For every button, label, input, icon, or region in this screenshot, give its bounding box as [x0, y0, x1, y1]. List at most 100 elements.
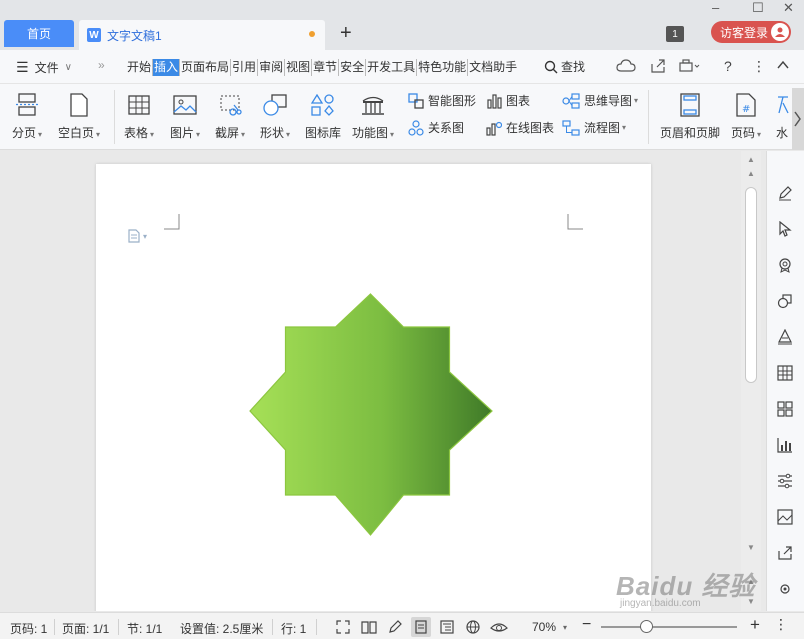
- menu-tab[interactable]: 开发工具: [365, 59, 416, 76]
- cloud-icon[interactable]: [616, 58, 638, 77]
- page-break-button[interactable]: 分页 ▾: [12, 92, 42, 141]
- right-tool-panel: [766, 151, 804, 611]
- function-chart-label: 功能图: [352, 126, 389, 140]
- menu-tab[interactable]: 章节: [311, 59, 338, 76]
- share-icon[interactable]: [650, 58, 666, 77]
- menu-tab[interactable]: 视图: [284, 59, 311, 76]
- grid-apps-icon[interactable]: [775, 399, 795, 419]
- menu-tab[interactable]: 页面布局: [179, 59, 230, 76]
- help-icon[interactable]: ?: [724, 58, 732, 74]
- minimize-button[interactable]: –: [712, 0, 719, 15]
- badge-icon[interactable]: [775, 255, 795, 275]
- zoom-out-button[interactable]: −: [582, 616, 591, 634]
- image-edit-icon[interactable]: [775, 507, 795, 527]
- read-mode-icon[interactable]: [359, 617, 379, 637]
- zoom-level[interactable]: 70%: [532, 620, 556, 634]
- bar-chart-icon[interactable]: [775, 435, 795, 455]
- table-label: 表格: [124, 126, 149, 140]
- chart-label: 图表: [506, 94, 531, 108]
- chevron-down-icon: ∨: [64, 62, 72, 73]
- table-icon[interactable]: [775, 363, 795, 383]
- more-tabs-button[interactable]: »: [98, 58, 105, 72]
- page-number-label: 页码: [731, 126, 756, 140]
- table-button[interactable]: 表格 ▾: [124, 92, 154, 141]
- status-pages[interactable]: 页面: 1/1: [62, 620, 109, 637]
- scroll-up-icon[interactable]: ▲: [747, 169, 755, 178]
- menu-tab[interactable]: 审阅: [257, 59, 284, 76]
- icon-library-button[interactable]: 图标库: [305, 92, 341, 141]
- document-page[interactable]: ▾: [96, 164, 651, 611]
- page-break-icon: [12, 92, 42, 118]
- margin-corner-icon: [567, 214, 583, 230]
- search-button[interactable]: 查找: [544, 58, 585, 75]
- function-chart-button[interactable]: 功能图 ▾: [352, 92, 394, 141]
- visitor-login-button[interactable]: 访客登录: [711, 21, 791, 43]
- settings-sliders-icon[interactable]: [775, 471, 795, 491]
- web-view-icon[interactable]: [463, 617, 483, 637]
- select-cursor-icon[interactable]: [775, 219, 795, 239]
- watermark-button[interactable]: 水: [774, 92, 790, 141]
- mind-map-button[interactable]: 思维导图 ▾: [562, 92, 638, 109]
- zoom-dropdown-icon[interactable]: ▾: [563, 623, 567, 632]
- chart-button[interactable]: 图表: [486, 92, 530, 109]
- page-view-icon[interactable]: [411, 617, 431, 637]
- edit-pen-icon[interactable]: [775, 183, 795, 203]
- print-icon[interactable]: [678, 58, 700, 77]
- menu-tab[interactable]: 安全: [338, 59, 365, 76]
- status-expand-icon[interactable]: ⋮: [774, 616, 788, 633]
- shapes-icon[interactable]: [775, 291, 795, 311]
- screenshot-label: 截屏: [215, 126, 240, 140]
- menu-tab[interactable]: 特色功能: [416, 59, 467, 76]
- function-chart-icon: [352, 92, 394, 118]
- scroll-down-icon[interactable]: ▼: [747, 543, 755, 552]
- smart-shape-button[interactable]: 智能图形: [408, 92, 476, 109]
- scroll-up-icon[interactable]: ▲: [747, 155, 755, 164]
- page-number-button[interactable]: # 页码 ▾: [731, 92, 761, 141]
- menu-tab[interactable]: 文档助手: [467, 59, 518, 76]
- scrollbar-thumb[interactable]: [745, 187, 757, 383]
- online-chart-button[interactable]: 在线图表: [486, 119, 554, 136]
- collapse-ribbon-icon[interactable]: [776, 58, 790, 75]
- more-options-icon[interactable]: ⋮: [752, 58, 766, 75]
- outline-view-icon[interactable]: [437, 617, 457, 637]
- shape-button[interactable]: 形状 ▾: [260, 92, 290, 141]
- share-icon[interactable]: [775, 543, 795, 563]
- file-menu[interactable]: ☰ 文件 ∨: [16, 59, 72, 76]
- vertical-scrollbar[interactable]: ▲ ▲ ▼ ▲ ▼: [741, 151, 761, 611]
- fullscreen-icon[interactable]: [333, 617, 353, 637]
- zoom-in-button[interactable]: +: [750, 615, 760, 635]
- picture-button[interactable]: 图片 ▾: [170, 92, 200, 141]
- menu-tab[interactable]: 插入: [152, 59, 180, 76]
- menu-tab[interactable]: 开始: [126, 59, 152, 76]
- status-bar: 页码: 1 页面: 1/1 节: 1/1 设置值: 2.5厘米 行: 1 70%…: [0, 612, 804, 639]
- window-count-badge[interactable]: 1: [666, 26, 684, 42]
- close-button[interactable]: ✕: [783, 0, 794, 16]
- header-footer-label: 页眉和页脚: [660, 126, 721, 140]
- blank-page-button[interactable]: 空白页 ▾: [58, 92, 100, 141]
- flowchart-button[interactable]: 流程图 ▾: [562, 119, 626, 136]
- page-number-icon: #: [731, 92, 761, 118]
- zoom-slider-knob[interactable]: [640, 620, 653, 633]
- zoom-slider[interactable]: [601, 626, 737, 628]
- status-setting[interactable]: 设置值: 2.5厘米: [180, 620, 263, 637]
- menu-tab[interactable]: 引用: [230, 59, 257, 76]
- header-footer-button[interactable]: 页眉和页脚: [660, 92, 720, 141]
- tab-document[interactable]: W 文字文稿1: [79, 20, 325, 50]
- svg-text:#: #: [742, 104, 750, 115]
- more-tools-icon[interactable]: [775, 579, 795, 599]
- tab-home[interactable]: 首页: [4, 20, 74, 47]
- ribbon-scroll-right[interactable]: [792, 88, 804, 150]
- write-mode-icon[interactable]: [385, 617, 405, 637]
- maximize-button[interactable]: ☐: [752, 0, 764, 16]
- relation-chart-button[interactable]: 关系图: [408, 119, 464, 136]
- eye-protection-icon[interactable]: [489, 617, 509, 637]
- blank-page-icon: [58, 92, 100, 118]
- flowchart-label: 流程图: [584, 121, 621, 135]
- star-shape[interactable]: [246, 291, 496, 541]
- screenshot-button[interactable]: 截屏 ▾: [215, 92, 245, 141]
- paragraph-layout-icon[interactable]: ▾: [128, 229, 147, 243]
- margin-corner-icon: [164, 214, 180, 230]
- ribbon-divider: [114, 90, 115, 144]
- new-tab-button[interactable]: +: [340, 22, 352, 44]
- fill-icon[interactable]: [775, 327, 795, 347]
